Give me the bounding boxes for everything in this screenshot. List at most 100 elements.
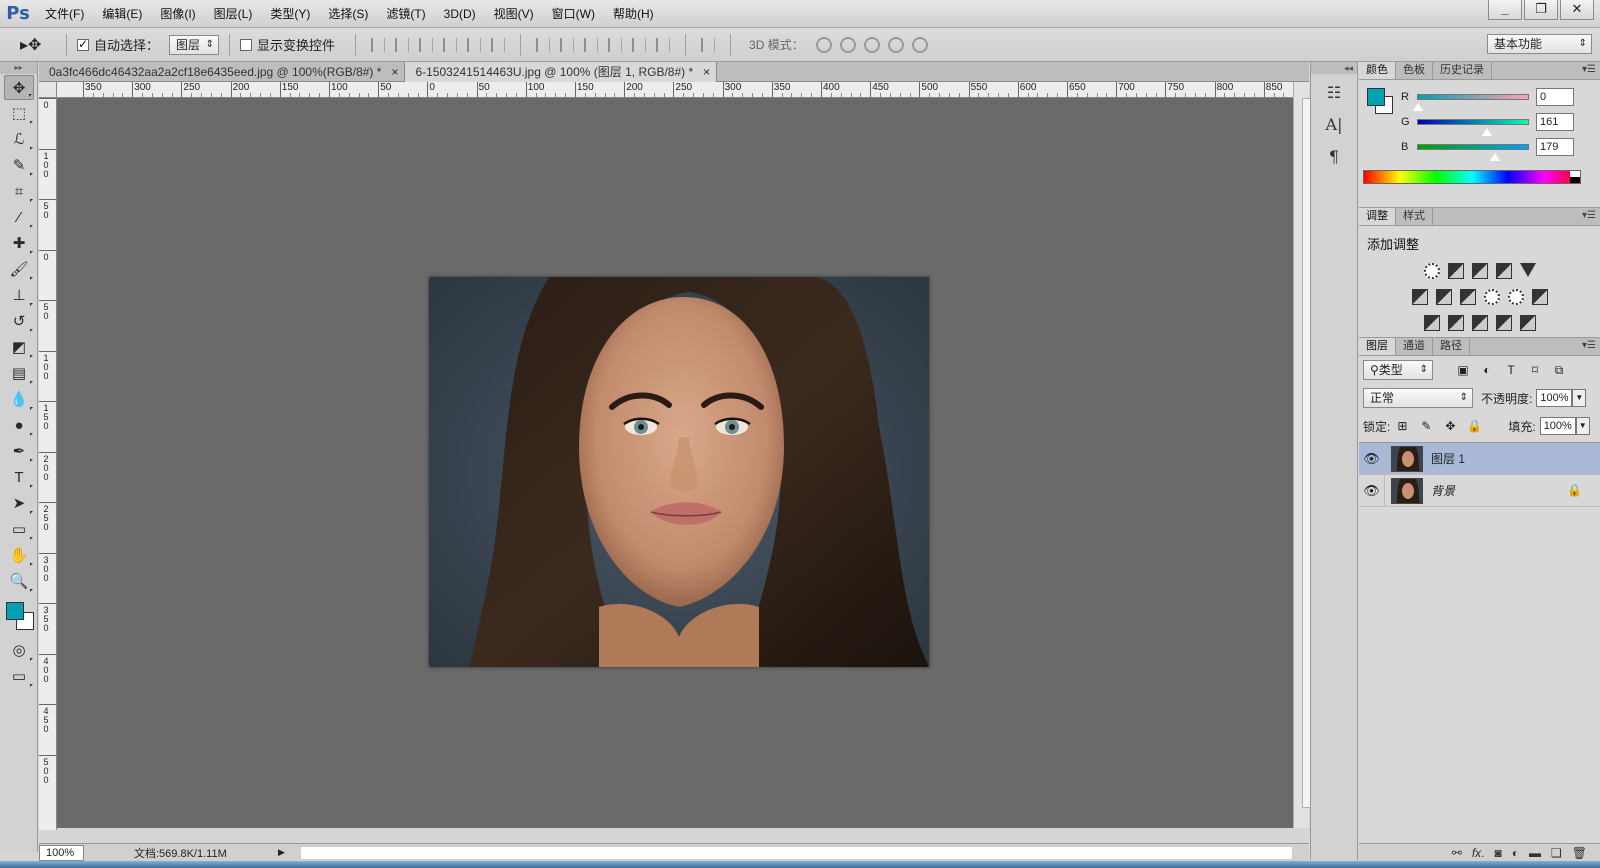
distribute-right-icon[interactable] (656, 37, 671, 52)
hand-tool-icon[interactable]: ✋ (4, 543, 34, 568)
filter-shape-icon[interactable]: ⌑ (1528, 363, 1542, 377)
history-brush-tool-icon[interactable]: ↺ (4, 309, 34, 334)
3d-rotate-icon[interactable] (815, 36, 832, 53)
color-spectrum-ramp[interactable] (1363, 170, 1581, 184)
filter-pixel-icon[interactable]: ▣ (1456, 363, 1470, 377)
blue-slider[interactable] (1417, 143, 1529, 162)
align-bottom-icon[interactable] (419, 37, 434, 52)
type-tool-icon[interactable]: T (4, 465, 34, 490)
layer-thumbnail[interactable] (1391, 445, 1423, 472)
distribute-left-icon[interactable] (608, 37, 623, 52)
tab-adjustments[interactable]: 调整 (1359, 208, 1396, 225)
add-mask-icon[interactable]: ◙ (1495, 846, 1502, 860)
quick-mask-icon[interactable]: ◎ (4, 638, 34, 663)
tab-color[interactable]: 颜色 (1359, 62, 1396, 79)
blur-tool-icon[interactable]: 💧 (4, 387, 34, 412)
menu-view[interactable]: 视图(V) (485, 0, 543, 28)
layer-name[interactable]: 图层 1 (1431, 450, 1465, 467)
green-slider[interactable] (1417, 118, 1529, 137)
eyedropper-tool-icon[interactable]: ⁄ (4, 205, 34, 230)
color-balance-icon[interactable] (1435, 289, 1452, 305)
menu-layer[interactable]: 图层(L) (205, 0, 262, 28)
blue-slider-knob[interactable] (1489, 151, 1501, 162)
status-menu-arrow-icon[interactable]: ▶ (278, 847, 285, 858)
fx-icon[interactable]: fx. (1472, 846, 1485, 860)
align-left-icon[interactable] (443, 37, 458, 52)
red-value-input[interactable]: 0 (1536, 87, 1574, 106)
toolbox-collapse-handle[interactable]: ▸▸ (0, 62, 37, 74)
auto-select-target-dropdown[interactable]: 图层 (169, 34, 220, 55)
zoom-level-field[interactable]: 100% (39, 844, 84, 861)
hue-saturation-icon[interactable] (1411, 289, 1428, 305)
tab-styles[interactable]: 样式 (1396, 208, 1433, 225)
fill-dropdown-arrow[interactable]: ▼ (1575, 417, 1590, 435)
fill-input[interactable]: 100% (1539, 417, 1576, 435)
menu-3d[interactable]: 3D(D) (435, 0, 485, 28)
lock-position-icon[interactable]: ✥ (1443, 419, 1457, 433)
vertical-ruler[interactable]: 010050050100150200250300350400450500 (39, 98, 57, 830)
3d-scale-icon[interactable] (911, 36, 928, 53)
close-tab-icon[interactable]: × (391, 62, 398, 82)
tab-layers[interactable]: 图层 (1359, 338, 1396, 355)
brightness-contrast-icon[interactable] (1423, 263, 1440, 279)
distribute-hcenter-icon[interactable] (632, 37, 647, 52)
opacity-dropdown-arrow[interactable]: ▼ (1572, 389, 1587, 407)
pen-tool-icon[interactable]: ✒ (4, 439, 34, 464)
3d-drag-icon[interactable] (863, 36, 880, 53)
filter-type-icon[interactable]: T (1504, 363, 1518, 377)
document-tab-1[interactable]: 0a3fc466dc46432aa2a2cf18e6435eed.jpg @ 1… (39, 62, 406, 82)
close-tab-icon[interactable]: × (703, 62, 710, 82)
eraser-tool-icon[interactable]: ◩ (4, 335, 34, 360)
green-value-input[interactable]: 161 (1536, 112, 1574, 131)
filter-adjustment-icon[interactable]: ◐ (1480, 363, 1494, 377)
zoom-tool-icon[interactable]: 🔍 (4, 569, 34, 594)
move-tool-preset-icon[interactable]: ▸✥ (20, 35, 56, 55)
levels-icon[interactable] (1447, 263, 1464, 279)
menu-edit[interactable]: 编辑(E) (93, 0, 151, 28)
foreground-color-swatch[interactable] (6, 602, 24, 620)
properties-panel-icon[interactable]: ☷ (1316, 80, 1352, 106)
ruler-origin[interactable] (39, 82, 57, 98)
red-slider[interactable] (1412, 93, 1529, 112)
layer-filter-kind-dropdown[interactable]: ⚲类型 (1363, 360, 1433, 380)
strip-collapse-handle[interactable]: ◂◂ (1311, 62, 1357, 74)
align-hcenter-icon[interactable] (467, 37, 482, 52)
menu-filter[interactable]: 滤镜(T) (377, 0, 434, 28)
align-vcenter-icon[interactable] (395, 37, 410, 52)
lock-pixels-icon[interactable]: ✎ (1419, 419, 1433, 433)
panel-menu-icon[interactable]: ▾☰ (1582, 340, 1596, 351)
crop-tool-icon[interactable]: ⌗ (4, 179, 34, 204)
exposure-icon[interactable] (1495, 263, 1512, 279)
link-layers-icon[interactable]: ⚯ (1452, 846, 1462, 860)
new-group-icon[interactable]: ▬ (1529, 846, 1541, 860)
workspace-dropdown[interactable]: 基本功能 (1487, 34, 1592, 54)
gradient-tool-icon[interactable]: ▤ (4, 361, 34, 386)
filter-smart-object-icon[interactable]: ⧉ (1552, 363, 1566, 377)
gradient-map-icon[interactable] (1519, 315, 1536, 331)
lasso-tool-icon[interactable]: ℒ (4, 127, 34, 152)
curves-icon[interactable] (1471, 263, 1488, 279)
menu-file[interactable]: 文件(F) (36, 0, 93, 28)
auto-align-icon[interactable] (701, 37, 716, 52)
minimize-button[interactable]: _ (1488, 0, 1522, 20)
tab-swatches[interactable]: 色板 (1396, 62, 1433, 79)
vibrance-icon[interactable] (1519, 263, 1536, 277)
horizontal-ruler[interactable]: 350 300 250 200 150 100 50 0 50 100 150 200 250 300 35… (57, 82, 1309, 98)
dodge-tool-icon[interactable]: ● (4, 413, 34, 438)
align-top-icon[interactable] (371, 37, 386, 52)
close-button[interactable]: ✕ (1560, 0, 1594, 20)
clone-stamp-tool-icon[interactable]: ⊥ (4, 283, 34, 308)
layer-name[interactable]: 背景 (1431, 482, 1455, 499)
align-right-icon[interactable] (491, 37, 506, 52)
new-adjustment-layer-icon[interactable]: ◐ (1512, 846, 1519, 860)
lock-transparency-icon[interactable]: ⊞ (1395, 419, 1409, 433)
path-selection-tool-icon[interactable]: ➤ (4, 491, 34, 516)
channel-mixer-icon[interactable] (1507, 289, 1524, 305)
show-transform-checkbox[interactable] (240, 38, 253, 51)
horizontal-scrollbar[interactable] (300, 846, 1293, 860)
marquee-tool-icon[interactable]: ⬚ (4, 101, 34, 126)
show-transform-option[interactable]: 显示变换控件 (240, 35, 335, 54)
panel-menu-icon[interactable]: ▾☰ (1582, 64, 1596, 75)
distribute-bottom-icon[interactable] (584, 37, 599, 52)
trash-icon[interactable]: 🗑 (1572, 846, 1587, 860)
